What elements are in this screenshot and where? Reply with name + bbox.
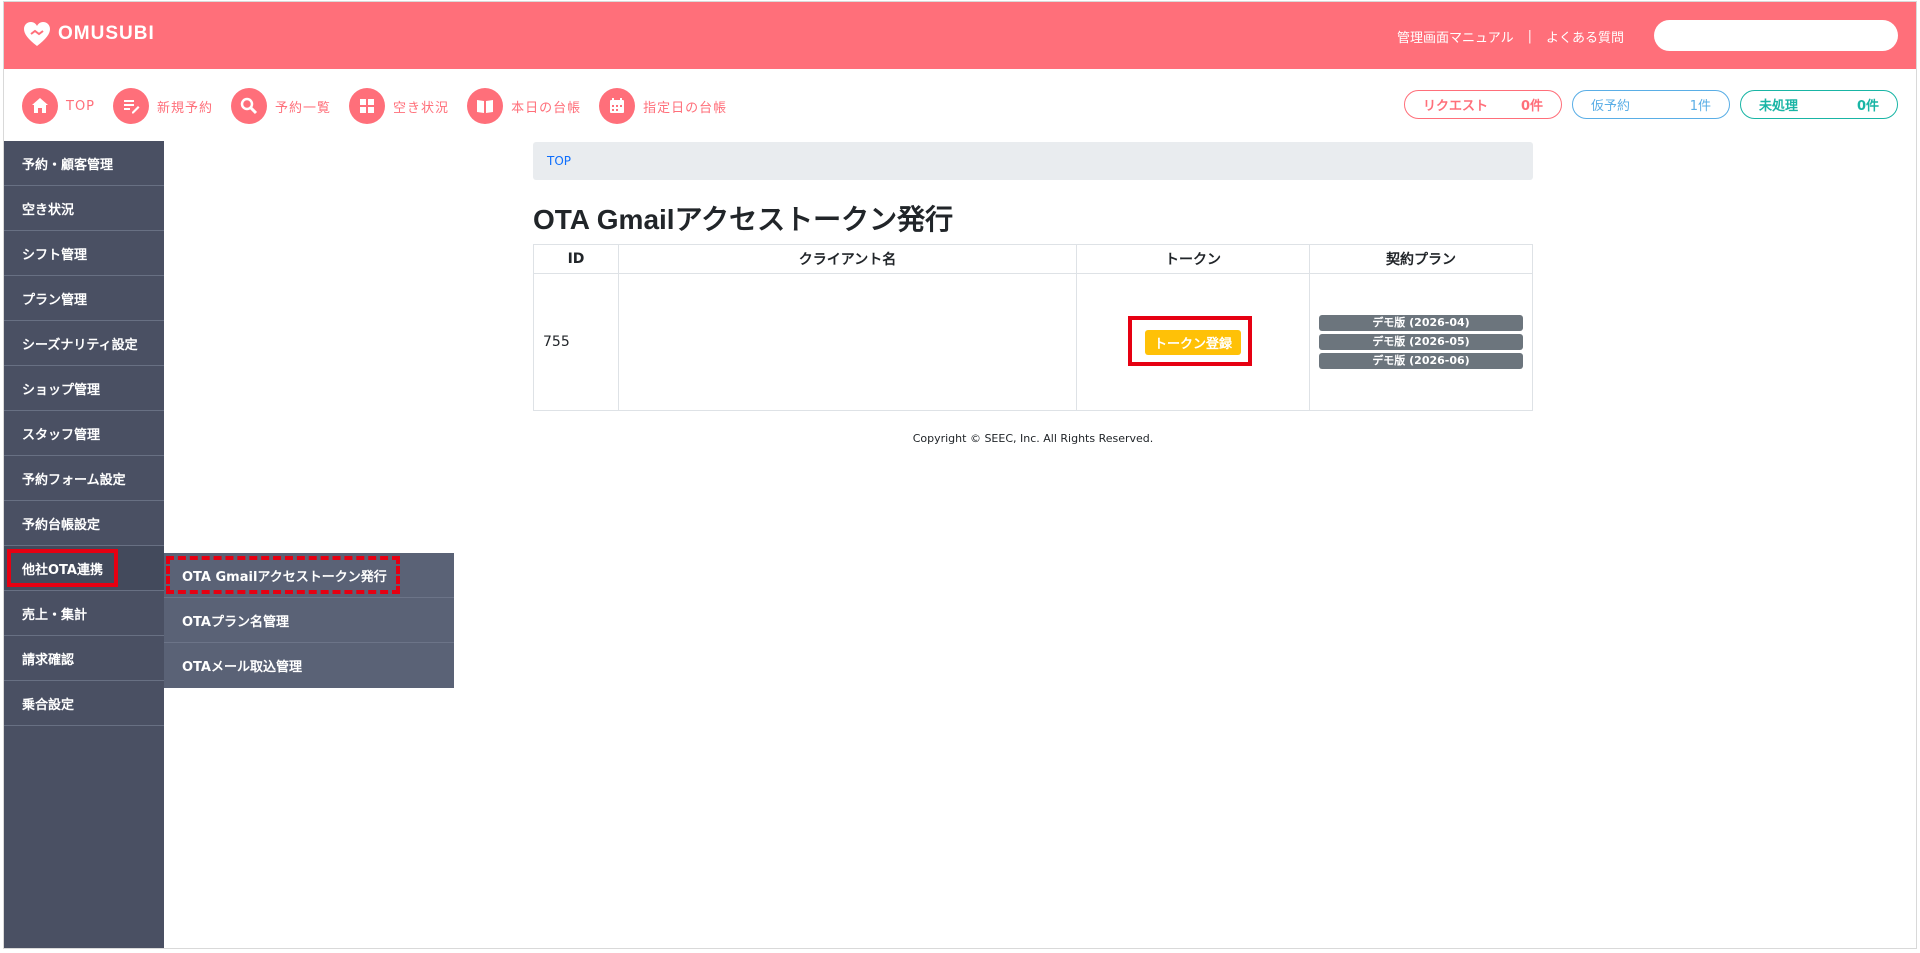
quicknav-date-ledger[interactable]: 指定日の台帳 [599,88,727,124]
column-header-client: クライアント名 [618,244,1077,274]
quicknav-today-ledger[interactable]: 本日の台帳 [467,88,581,124]
book-icon [467,88,504,124]
home-icon [22,88,58,124]
unprocessed-count-button[interactable]: 未処理 0件 [1740,90,1898,119]
sidebar-item-label: 予約台帳設定 [22,517,101,533]
sidebar-item-sales[interactable]: 売上・集計 [4,591,164,636]
sidebar-item-label: プラン管理 [22,292,88,308]
sidebar-item-ota-integration[interactable]: 他社OTA連携 [4,546,164,591]
header-bar: OMUSUBI 管理画面マニュアル | よくある質問 [4,2,1916,69]
sidebar-item-shops[interactable]: ショップ管理 [4,366,164,411]
quicknav-reservation-list[interactable]: 予約一覧 [231,88,331,124]
submenu-item-label: OTAプラン名管理 [182,614,289,630]
sidebar-item-reservations[interactable]: 予約・顧客管理 [4,141,164,186]
quicknav-top[interactable]: TOP [22,88,95,124]
request-label: リクエスト [1423,99,1489,114]
quicknav-label: 予約一覧 [275,100,332,116]
sidebar-item-ledger-settings[interactable]: 予約台帳設定 [4,501,164,546]
submenu-item-gmail-token[interactable]: OTA Gmailアクセストークン発行 [164,553,454,598]
sidebar-item-label: シフト管理 [22,247,88,263]
breadcrumb: TOP [533,142,1533,180]
column-header-plan: 契約プラン [1309,244,1533,274]
header-search-input[interactable] [1654,20,1898,51]
tentative-label: 仮予約 [1591,99,1631,114]
cell-id: 755 [533,273,619,411]
sidebar-item-shared-ride[interactable]: 乗合設定 [4,681,164,726]
sidebar-item-label: ショップ管理 [22,382,101,398]
table-header-row: ID クライアント名 トークン 契約プラン [533,244,1533,274]
sidebar-item-shifts[interactable]: シフト管理 [4,231,164,276]
page-title: OTA Gmailアクセストークン発行 [533,204,954,235]
cell-client [618,273,1077,411]
status-pills: リクエスト 0件 仮予約 1件 未処理 0件 [1404,90,1898,119]
sidebar-item-label: 乗合設定 [22,697,75,713]
sidebar-item-label: 空き状況 [22,202,75,218]
quick-nav: TOP 新規予約 予約一覧 空き状況 本日の台帳 指定日の台帳 [22,88,727,124]
quicknav-label: 空き状況 [393,100,450,116]
quicknav-availability[interactable]: 空き状況 [349,88,449,124]
token-table: ID クライアント名 トークン 契約プラン 755 トークン登録 デモ版 (20… [533,244,1533,411]
request-count-button[interactable]: リクエスト 0件 [1404,90,1562,119]
sidebar-item-plans[interactable]: プラン管理 [4,276,164,321]
plan-badge: デモ版 (2026-04) [1319,315,1523,331]
sidebar: 予約・顧客管理 空き状況 シフト管理 プラン管理 シーズナリティ設定 ショップ管… [4,141,164,948]
calendar-icon [599,88,636,124]
sidebar-item-label: 売上・集計 [22,607,88,623]
request-count: 0件 [1520,99,1543,114]
grid-icon [349,88,386,124]
plan-badge: デモ版 (2026-06) [1319,353,1523,369]
plan-badge: デモ版 (2026-05) [1319,334,1523,350]
quicknav-label: 新規予約 [157,100,214,116]
sidebar-item-label: 請求確認 [22,652,75,668]
column-header-id: ID [533,244,619,274]
quicknav-label: 指定日の台帳 [643,100,728,116]
submenu-item-label: OTA Gmailアクセストークン発行 [182,569,387,585]
unprocessed-label: 未処理 [1759,99,1799,114]
copyright: Copyright © SEEC, Inc. All Rights Reserv… [912,432,1154,445]
logo[interactable]: OMUSUBI [22,20,155,48]
sidebar-item-label: 予約フォーム設定 [22,472,126,488]
submenu-item-ota-mail-import[interactable]: OTAメール取込管理 [164,643,454,688]
heart-logo-icon [24,22,50,46]
header-separator: | [1527,29,1532,44]
main-content: TOP OTA Gmailアクセストークン発行 ID クライアント名 トークン … [533,142,1533,411]
cell-plans: デモ版 (2026-04) デモ版 (2026-05) デモ版 (2026-06… [1309,273,1533,411]
sidebar-item-label: シーズナリティ設定 [22,337,138,353]
sidebar-item-label: 予約・顧客管理 [22,157,114,173]
edit-icon [113,88,150,124]
tentative-count-button[interactable]: 仮予約 1件 [1572,90,1730,119]
sidebar-item-reservation-form[interactable]: 予約フォーム設定 [4,456,164,501]
column-header-token: トークン [1076,244,1310,274]
quicknav-label: 本日の台帳 [511,100,582,116]
breadcrumb-top-link[interactable]: TOP [547,154,571,168]
quicknav-new-reservation[interactable]: 新規予約 [113,88,213,124]
manual-link[interactable]: 管理画面マニュアル [1397,27,1514,46]
search-icon [231,88,268,124]
submenu-item-label: OTAメール取込管理 [182,660,302,675]
sidebar-item-seasonality[interactable]: シーズナリティ設定 [4,321,164,366]
app-window: OMUSUBI 管理画面マニュアル | よくある質問 TOP 新規予約 予約一覧 [3,1,1917,949]
sidebar-item-label: 他社OTA連携 [22,562,103,578]
sidebar-item-billing[interactable]: 請求確認 [4,636,164,681]
submenu-item-ota-plan-names[interactable]: OTAプラン名管理 [164,598,454,643]
table-row: 755 トークン登録 デモ版 (2026-04) デモ版 (2026-05) デ… [533,273,1533,411]
unprocessed-count: 0件 [1856,99,1879,114]
logo-text: OMUSUBI [58,23,155,44]
header-links: 管理画面マニュアル | よくある質問 [1397,27,1624,46]
faq-link[interactable]: よくある質問 [1546,27,1624,46]
ota-submenu: OTA Gmailアクセストークン発行 OTAプラン名管理 OTAメール取込管理 [164,553,454,688]
cell-token: トークン登録 [1076,273,1310,411]
sidebar-item-availability[interactable]: 空き状況 [4,186,164,231]
tentative-count: 1件 [1689,99,1711,114]
sidebar-item-label: スタッフ管理 [22,427,101,443]
quicknav-label: TOP [66,98,96,114]
sidebar-item-staff[interactable]: スタッフ管理 [4,411,164,456]
register-token-button[interactable]: トークン登録 [1144,329,1241,355]
